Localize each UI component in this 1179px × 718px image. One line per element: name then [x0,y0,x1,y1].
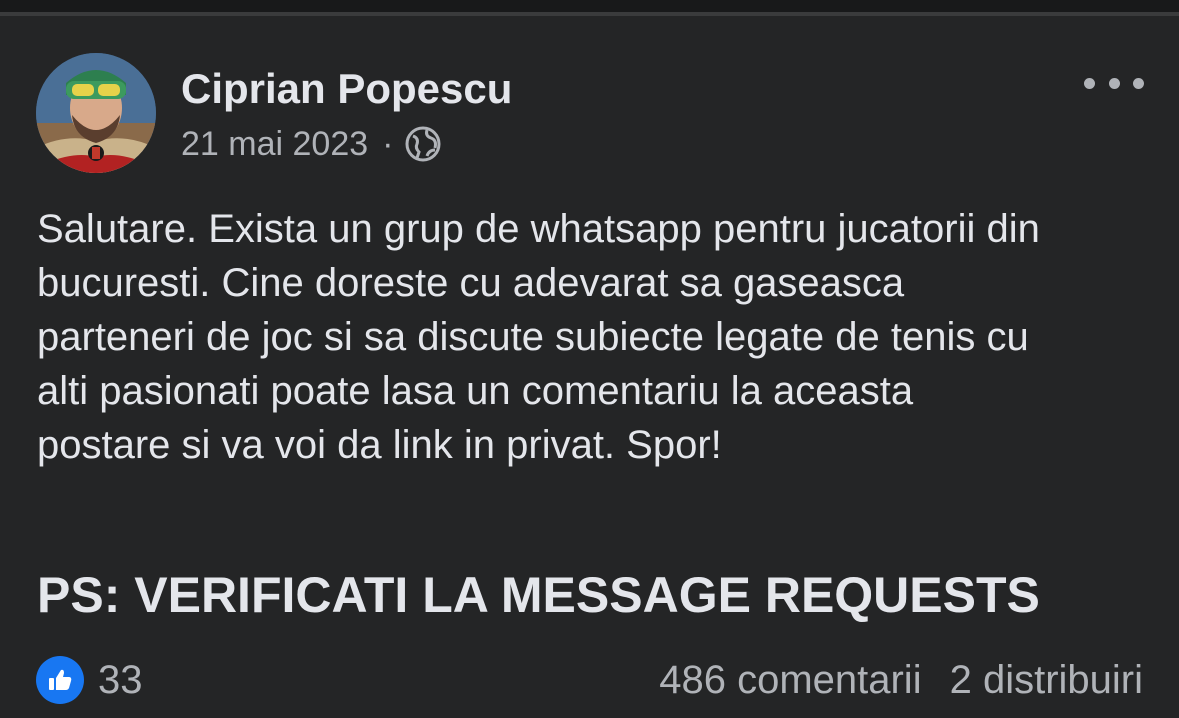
globe-icon [405,126,441,162]
meta-separator: · [382,125,394,163]
author-name[interactable]: Ciprian Popescu [181,65,512,113]
post-meta: 21 mai 2023 · [181,124,441,164]
engagement-counts: 486 comentarii 2 distribuiri [659,656,1143,704]
top-bar [0,0,1179,12]
reaction-count: 33 [98,658,143,702]
shares-count-link[interactable]: 2 distribuiri [950,656,1143,704]
more-options-button[interactable] [1084,68,1144,98]
post-date[interactable]: 21 mai 2023 [181,124,368,164]
post-ps: PS: VERIFICATI LA MESSAGE REQUESTS [37,567,1040,623]
comments-count-link[interactable]: 486 comentarii [659,656,921,704]
post-body: Salutare. Exista un grup de whatsapp pen… [37,207,1040,467]
more-dot-icon [1133,77,1144,89]
more-dot-icon [1084,77,1095,89]
like-icon [36,656,84,704]
reactions-summary[interactable]: 33 [36,656,143,704]
avatar[interactable] [36,53,156,173]
more-dot-icon [1108,77,1120,89]
post-card: Ciprian Popescu 21 mai 2023 · Salutare. … [0,16,1179,718]
